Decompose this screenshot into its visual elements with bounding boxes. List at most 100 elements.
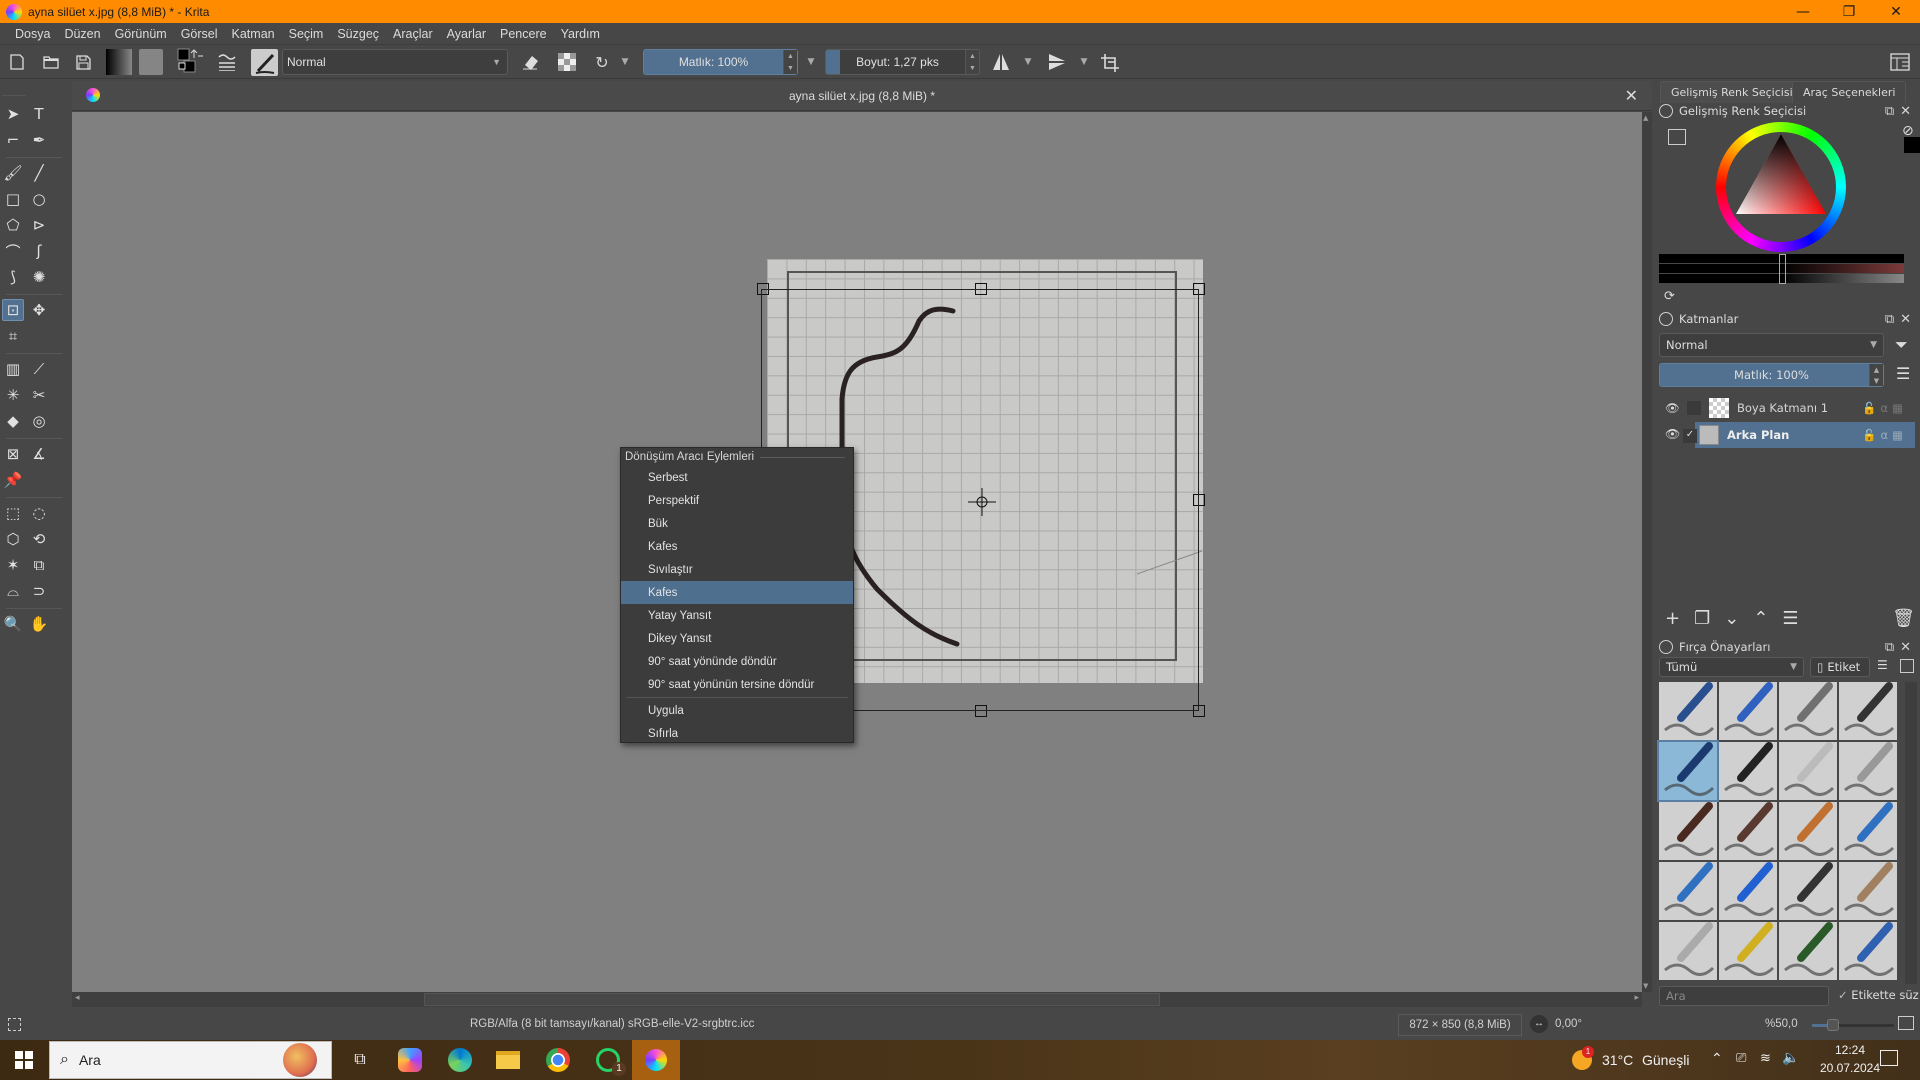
size-slider[interactable]: Boyut: 1,27 pks ▲ ▼ <box>825 49 980 75</box>
menu-item-rotate-ccw[interactable]: 90° saat yönünün tersine döndür <box>621 673 853 696</box>
menu-pencere[interactable]: Pencere <box>493 27 554 41</box>
panel-controls[interactable]: ⧉✕ <box>1885 104 1917 119</box>
brush-preset-item[interactable] <box>1719 802 1777 860</box>
eye-icon[interactable]: 👁 <box>1665 401 1681 415</box>
workspace-icon[interactable] <box>1889 51 1911 73</box>
layer-properties-icon[interactable]: ☰ <box>1782 608 1798 629</box>
polyline-tool-icon[interactable]: ⊳ <box>28 214 50 236</box>
menu-araclar[interactable]: Araçlar <box>386 27 440 41</box>
rotation-icon[interactable]: ↔ <box>1530 1015 1548 1033</box>
transform-handle-top[interactable] <box>975 283 987 295</box>
zoom-tool-icon[interactable]: 🔍 <box>2 613 24 635</box>
measure-tool-icon[interactable]: ∡ <box>28 443 50 465</box>
reload-dropdown-icon[interactable]: ▼ <box>619 51 631 73</box>
transform-handle-bottom-right[interactable] <box>1193 705 1205 717</box>
weather-icon[interactable]: 1 <box>1572 1046 1594 1070</box>
gradient-tool-icon[interactable]: ▥ <box>2 358 24 380</box>
current-color-swatch[interactable] <box>1904 137 1920 153</box>
colorize-mask-tool-icon[interactable]: ✳ <box>2 384 24 406</box>
blend-mode-select[interactable]: Normal ▼ <box>282 49 508 75</box>
brush-preset-item[interactable] <box>1719 862 1777 920</box>
brush-preset-item[interactable] <box>1779 922 1837 980</box>
move-tool-icon[interactable]: ✥ <box>28 299 50 321</box>
eraser-mode-icon[interactable] <box>519 51 541 73</box>
opacity-spin[interactable]: ▲ ▼ <box>783 50 797 74</box>
brush-preset-item[interactable] <box>1839 682 1897 740</box>
brush-preset-item[interactable] <box>1719 742 1777 800</box>
menu-gorunum[interactable]: Görünüm <box>108 27 174 41</box>
brush-preset-item[interactable] <box>1839 802 1897 860</box>
contiguous-select-tool-icon[interactable]: ✶ <box>2 554 24 576</box>
horizontal-scroll-thumb[interactable] <box>424 993 1160 1006</box>
tab-color-selector[interactable]: Gelişmiş Renk Seçicisi <box>1660 81 1804 103</box>
brush-preset-icon[interactable] <box>251 49 278 76</box>
ellipse-select-tool-icon[interactable]: ◌ <box>28 502 50 524</box>
brush-filter-select[interactable]: Tümü ▼ <box>1659 657 1804 677</box>
layer-checkbox-checked[interactable]: ✓ <box>1683 429 1697 443</box>
transform-tool-icon[interactable]: ⊡ <box>2 299 24 321</box>
calligraphy-tool-icon[interactable]: ✒ <box>28 129 50 151</box>
image-size-button[interactable]: 872 × 850 (8,8 MiB) <box>1398 1014 1522 1036</box>
saturation-value-triangle[interactable] <box>1716 122 1846 252</box>
fill-tool-icon[interactable]: ◆ <box>2 410 24 432</box>
reload-preset-icon[interactable]: ↻ <box>591 51 613 73</box>
freehand-path-tool-icon[interactable]: ʃ <box>28 240 50 262</box>
tab-tool-options[interactable]: Araç Seçenekleri <box>1792 81 1907 103</box>
lock-icon[interactable] <box>1659 640 1673 654</box>
maximize-button[interactable]: ❐ <box>1826 0 1872 23</box>
close-document-icon[interactable]: ✕ <box>1625 86 1638 106</box>
menu-item-kafes[interactable]: Kafes <box>621 535 853 558</box>
dynamic-brush-tool-icon[interactable]: ⟆ <box>2 266 24 288</box>
freehand-select-tool-icon[interactable]: ⟲ <box>28 528 50 550</box>
color-sampler-tool-icon[interactable]: ⟋ <box>28 358 50 380</box>
whatsapp-icon[interactable]: 1 <box>584 1040 632 1080</box>
menu-item-rotate-cw[interactable]: 90° saat yönünde döndür <box>621 650 853 673</box>
menu-item-sivilastir[interactable]: Sıvılaştır <box>621 558 853 581</box>
transform-handle-right[interactable] <box>1193 494 1205 506</box>
transform-handle-top-right[interactable] <box>1193 283 1205 295</box>
pattern-icon[interactable] <box>139 49 163 75</box>
polygon-select-tool-icon[interactable]: ⬡ <box>2 528 24 550</box>
menu-duzen[interactable]: Düzen <box>57 27 107 41</box>
refresh-colors-icon[interactable]: ⟳ <box>1664 289 1675 304</box>
brush-preset-item[interactable] <box>1779 802 1837 860</box>
multibrush-tool-icon[interactable]: ✺ <box>28 266 50 288</box>
brush-preset-item[interactable] <box>1839 742 1897 800</box>
mirror-vertical-icon[interactable] <box>1046 51 1068 73</box>
filter-in-tag-checkbox[interactable]: ✓ Etikette süz <box>1838 988 1919 1002</box>
panel-controls[interactable]: ⧉✕ <box>1885 312 1917 327</box>
color-swap-icon[interactable] <box>176 48 206 76</box>
menu-item-buk[interactable]: Bük <box>621 512 853 535</box>
menu-item-yatay-yansit[interactable]: Yatay Yansıt <box>621 604 853 627</box>
transform-handle-bottom[interactable] <box>975 705 987 717</box>
taskbar-search[interactable]: ⌕ Ara <box>49 1041 332 1079</box>
lock-icon[interactable] <box>1659 312 1673 326</box>
menu-item-dikey-yansit[interactable]: Dikey Yansıt <box>621 627 853 650</box>
krita-taskbar-icon[interactable] <box>632 1040 680 1080</box>
menu-item-kafes-selected[interactable]: Kafes <box>621 581 853 604</box>
layer-blend-mode-select[interactable]: Normal ▼ <box>1659 333 1884 357</box>
selection-status-icon[interactable] <box>8 1018 21 1031</box>
menu-dosya[interactable]: Dosya <box>8 27 57 41</box>
tag-button[interactable]: ▯ Etiket <box>1810 657 1870 677</box>
menu-suzgec[interactable]: Süzgeç <box>330 27 386 41</box>
weather-condition[interactable]: Güneşli <box>1642 1052 1689 1068</box>
rectangle-tool-icon[interactable]: □ <box>2 188 24 210</box>
crop-tool-icon[interactable]: ⌗ <box>2 325 24 347</box>
start-button[interactable] <box>0 1040 48 1080</box>
eye-icon[interactable]: 👁 <box>1665 427 1680 441</box>
filter-icon[interactable]: ⏷ <box>1895 335 1908 355</box>
move-layer-down-icon[interactable]: ⌄ <box>1724 608 1739 629</box>
horizontal-scrollbar[interactable]: ◂ ▸ <box>72 992 1642 1007</box>
layer-checkbox[interactable] <box>1687 401 1701 415</box>
menu-item-perspektif[interactable]: Perspektif <box>621 489 853 512</box>
lock-icon[interactable] <box>1659 104 1673 118</box>
save-icon[interactable] <box>72 51 94 73</box>
brush-search-input[interactable]: Ara <box>1659 986 1829 1006</box>
mirror-horizontal-icon[interactable] <box>990 51 1012 73</box>
mirror-v-dropdown-icon[interactable]: ▼ <box>1078 51 1090 73</box>
minimize-button[interactable]: — <box>1780 0 1826 23</box>
brush-preset-item[interactable] <box>1659 922 1717 980</box>
polygon-tool-icon[interactable]: ⬠ <box>2 214 24 236</box>
transform-center-icon[interactable] <box>968 488 996 516</box>
